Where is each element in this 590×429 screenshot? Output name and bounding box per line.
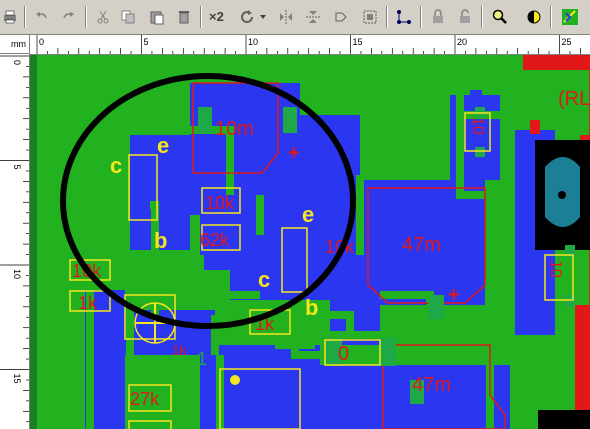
component-label-10-vertical-top: 10 — [469, 117, 486, 135]
polarity-plus-2: + — [448, 284, 460, 306]
rotate-icon[interactable] — [237, 7, 257, 27]
paste-icon[interactable] — [147, 7, 167, 27]
mirror-v-icon[interactable] — [303, 7, 323, 27]
component-label-47m-a: 47m — [402, 234, 441, 256]
toolbar-separator — [85, 6, 87, 28]
ruler-h-label: 5 — [144, 37, 149, 47]
vertical-ruler-ticks: 0 5 10 15 — [0, 55, 29, 423]
zoom-icon[interactable] — [490, 7, 510, 27]
pin-label-1: 1 — [197, 349, 207, 369]
ruler-h-label: 25 — [562, 37, 572, 47]
cut-icon[interactable] — [93, 7, 113, 27]
pin-label-b2: b — [305, 295, 318, 320]
group-icon[interactable] — [360, 7, 380, 27]
lock-icon[interactable] — [428, 7, 448, 27]
vertical-ruler[interactable]: 0 5 10 15 — [0, 54, 30, 429]
pcb-canvas[interactable]: + + 10m 47m 47m 10k 62k 10k 10k 1k 1k 1k… — [30, 55, 590, 429]
ruler-h-label: 0 — [39, 37, 44, 47]
pin-label-c1: c — [110, 153, 122, 178]
component-label-27k: 27k — [130, 389, 160, 409]
teal-pad — [545, 157, 580, 227]
toolbar-separator — [420, 6, 422, 28]
drc-icon[interactable] — [560, 7, 580, 27]
component-label-0: 0 — [338, 343, 349, 365]
horizontal-ruler[interactable]: 0 5 10 15 20 25 — [30, 35, 590, 55]
toolbar-separator — [481, 6, 483, 28]
component-label-rl: (RL — [558, 88, 590, 110]
board-edge — [30, 55, 37, 429]
toolbar: ×2 — [0, 0, 590, 35]
ruler-h-label: 15 — [353, 37, 363, 47]
polarity-plus-1: + — [288, 142, 300, 164]
mirror-h-icon[interactable] — [276, 7, 296, 27]
delete-icon[interactable] — [174, 7, 194, 27]
pin-label-c2: c — [258, 267, 270, 292]
flip-icon[interactable] — [332, 7, 352, 27]
component-label-62k: 62k — [200, 230, 230, 250]
ruler-v-label: 10 — [12, 269, 22, 279]
duplicate-x2-button[interactable]: ×2 — [209, 9, 224, 24]
component-label-1k-c: 1k — [172, 342, 188, 358]
redo-icon[interactable] — [58, 7, 78, 27]
unlock-icon[interactable] — [455, 7, 475, 27]
print-icon[interactable] — [0, 7, 20, 27]
toolbar-separator — [200, 6, 202, 28]
pin-label-e2: e — [302, 202, 314, 227]
ruler-v-label: 15 — [12, 374, 22, 384]
toolbar-separator — [24, 6, 26, 28]
undo-icon[interactable] — [32, 7, 52, 27]
toolbar-separator — [550, 6, 552, 28]
ic-pin1-marker — [230, 375, 240, 385]
connection-icon[interactable] — [394, 7, 414, 27]
component-label-47m-b: 47m — [412, 374, 451, 396]
pin-label-b1: b — [154, 228, 167, 253]
toolbar-separator — [386, 6, 388, 28]
pin-label-e1: e — [157, 133, 169, 158]
pcb-layout[interactable]: + + 10m 47m 47m 10k 62k 10k 10k 1k 1k 1k… — [30, 55, 590, 429]
ruler-h-label: 10 — [248, 37, 258, 47]
ruler-v-label: 0 — [12, 60, 22, 65]
ruler-v-label: 5 — [12, 165, 22, 170]
component-label-10-vertical-right: 10 — [547, 260, 564, 278]
component-label-10k-a: 10k — [205, 193, 235, 213]
rotate-dropdown-icon[interactable] — [258, 7, 268, 27]
component-label-1k-a: 1k — [78, 293, 98, 313]
component-label-10m: 10m — [215, 118, 254, 140]
horizontal-ruler-ticks: 0 5 10 15 20 25 — [36, 35, 581, 54]
copy-icon[interactable] — [118, 7, 138, 27]
ruler-h-label: 20 — [457, 37, 467, 47]
ruler-corner: mm — [0, 35, 30, 54]
ruler-unit-label: mm — [11, 39, 26, 49]
contrast-icon[interactable] — [524, 7, 544, 27]
